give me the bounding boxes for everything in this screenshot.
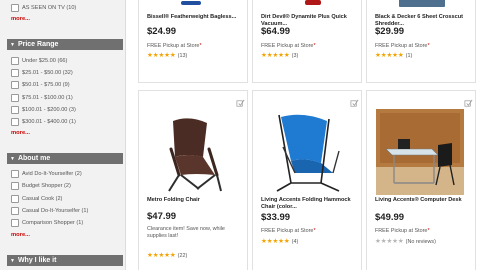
checkbox[interactable]	[11, 207, 19, 215]
product-name[interactable]: Bissell® Featherweight Bagless...	[147, 14, 236, 21]
vacuum-image[interactable]	[179, 0, 203, 7]
filter-sidebar: AS SEEN ON TV (10) more... ▼ Price Range…	[0, 0, 126, 270]
product-price: $64.99	[261, 26, 291, 37]
checkbox[interactable]	[11, 170, 19, 178]
facet-label: AS SEEN ON TV (10)	[22, 5, 77, 11]
product-price: $47.99	[147, 211, 177, 222]
about-me-filter-option[interactable]: Casual Do-It-Yourselfer (1)	[11, 206, 88, 216]
about-me-more-link[interactable]: more...	[11, 232, 30, 238]
product-price: $49.99	[375, 212, 405, 223]
shredder-image[interactable]	[397, 0, 447, 9]
collapse-arrow-icon: ▼	[10, 155, 15, 162]
collapse-arrow-icon: ▼	[10, 257, 15, 264]
checkbox[interactable]	[11, 182, 19, 190]
price-filter-option[interactable]: $50.01 - $75.00 (9)	[11, 80, 70, 90]
about-me-header[interactable]: ▼ About me	[7, 153, 123, 164]
computer-desk-image[interactable]	[376, 109, 464, 195]
price-more-link[interactable]: more...	[11, 130, 30, 136]
price-filter-option[interactable]: $300.01 - $400.00 (1)	[11, 117, 76, 127]
vacuum-image[interactable]	[303, 0, 323, 7]
wishlist-icon[interactable]	[464, 99, 473, 108]
facet-label: $50.01 - $75.00 (9)	[22, 82, 70, 88]
wishlist-icon[interactable]	[350, 99, 359, 108]
pickup-text: FREE Pickup at Store*	[375, 43, 430, 49]
checkbox[interactable]	[11, 195, 19, 203]
checkbox[interactable]	[11, 57, 19, 65]
facet-label: Avid Do-It-Yourselfer (2)	[22, 171, 82, 177]
section-title: About me	[17, 155, 51, 162]
product-card[interactable]: Living Accents® Computer Desk $49.99 FRE…	[366, 90, 476, 270]
about-me-filter-option[interactable]: Avid Do-It-Yourselfer (2)	[11, 169, 82, 179]
hammock-chair-image[interactable]	[269, 111, 349, 193]
price-range-header[interactable]: ▼ Price Range	[7, 39, 123, 50]
product-price: $29.99	[375, 26, 405, 37]
star-rating: ★★★★★ (22)	[147, 252, 188, 259]
facet-label: Comparison Shopper (1)	[22, 220, 84, 226]
checkbox[interactable]	[11, 4, 19, 12]
brand-filter-option[interactable]: AS SEEN ON TV (10)	[11, 3, 76, 13]
product-card[interactable]: Living Accents Folding Hammock Chair (co…	[252, 90, 362, 270]
checkbox[interactable]	[11, 69, 19, 77]
pickup-text: FREE Pickup at Store*	[261, 43, 316, 49]
product-price: $24.99	[147, 26, 177, 37]
product-card[interactable]: Metro Folding Chair $47.99 Clearance ite…	[138, 90, 248, 270]
product-name[interactable]: Living Accents® Computer Desk	[375, 197, 462, 204]
product-name[interactable]: Living Accents Folding Hammock Chair (co…	[261, 197, 361, 211]
star-rating: ★★★★★ (3)	[261, 52, 299, 59]
pickup-text: FREE Pickup at Store*	[147, 43, 202, 49]
product-card[interactable]: Bissell® Featherweight Bagless... $24.99…	[138, 0, 248, 83]
pickup-text: FREE Pickup at Store*	[261, 228, 316, 234]
facet-label: $75.01 - $100.00 (1)	[22, 95, 73, 101]
star-rating: ★★★★★ (13)	[147, 52, 188, 59]
price-filter-option[interactable]: $100.01 - $200.00 (3)	[11, 105, 76, 115]
product-grid: Bissell® Featherweight Bagless... $24.99…	[136, 0, 480, 270]
facet-label: Budget Shopper (2)	[22, 183, 71, 189]
product-card[interactable]: Dirt Devil® Dynamite Plus Quick Vacuum..…	[252, 0, 362, 83]
brand-more-link[interactable]: more...	[11, 16, 30, 22]
wishlist-icon[interactable]	[236, 99, 245, 108]
why-i-like-it-header[interactable]: ▼ Why I like it	[7, 255, 123, 266]
clearance-note: Clearance item! Save now, while supplies…	[147, 226, 225, 239]
collapse-arrow-icon: ▼	[10, 41, 15, 48]
checkbox[interactable]	[11, 106, 19, 114]
folding-chair-image[interactable]	[159, 113, 229, 193]
facet-label: Under $25.00 (66)	[22, 58, 68, 64]
checkbox[interactable]	[11, 118, 19, 126]
facet-label: $25.01 - $50.00 (32)	[22, 70, 73, 76]
product-name[interactable]: Metro Folding Chair	[147, 197, 200, 204]
price-filter-option[interactable]: Under $25.00 (66)	[11, 56, 67, 66]
star-rating: ★★★★★ (4)	[261, 238, 299, 245]
product-price: $33.99	[261, 212, 291, 223]
star-rating: ★★★★★ (1)	[375, 52, 413, 59]
star-rating: ★★★★★ (No reviews)	[375, 238, 436, 245]
facet-label: $300.01 - $400.00 (1)	[22, 119, 76, 125]
checkbox[interactable]	[11, 81, 19, 89]
pickup-text: FREE Pickup at Store*	[375, 228, 430, 234]
price-filter-option[interactable]: $25.01 - $50.00 (32)	[11, 68, 73, 78]
facet-label: Casual Cook (2)	[22, 196, 63, 202]
section-title: Why I like it	[17, 257, 57, 264]
section-title: Price Range	[17, 41, 59, 48]
facet-label: Casual Do-It-Yourselfer (1)	[22, 208, 89, 214]
checkbox[interactable]	[11, 219, 19, 227]
price-filter-option[interactable]: $75.01 - $100.00 (1)	[11, 93, 73, 103]
product-card[interactable]: Black & Decker 6 Sheet Crosscut Shredder…	[366, 0, 476, 83]
about-me-filter-option[interactable]: Casual Cook (2)	[11, 194, 62, 204]
about-me-filter-option[interactable]: Comparison Shopper (1)	[11, 218, 83, 228]
checkbox[interactable]	[11, 94, 19, 102]
facet-label: $100.01 - $200.00 (3)	[22, 107, 76, 113]
about-me-filter-option[interactable]: Budget Shopper (2)	[11, 181, 71, 191]
